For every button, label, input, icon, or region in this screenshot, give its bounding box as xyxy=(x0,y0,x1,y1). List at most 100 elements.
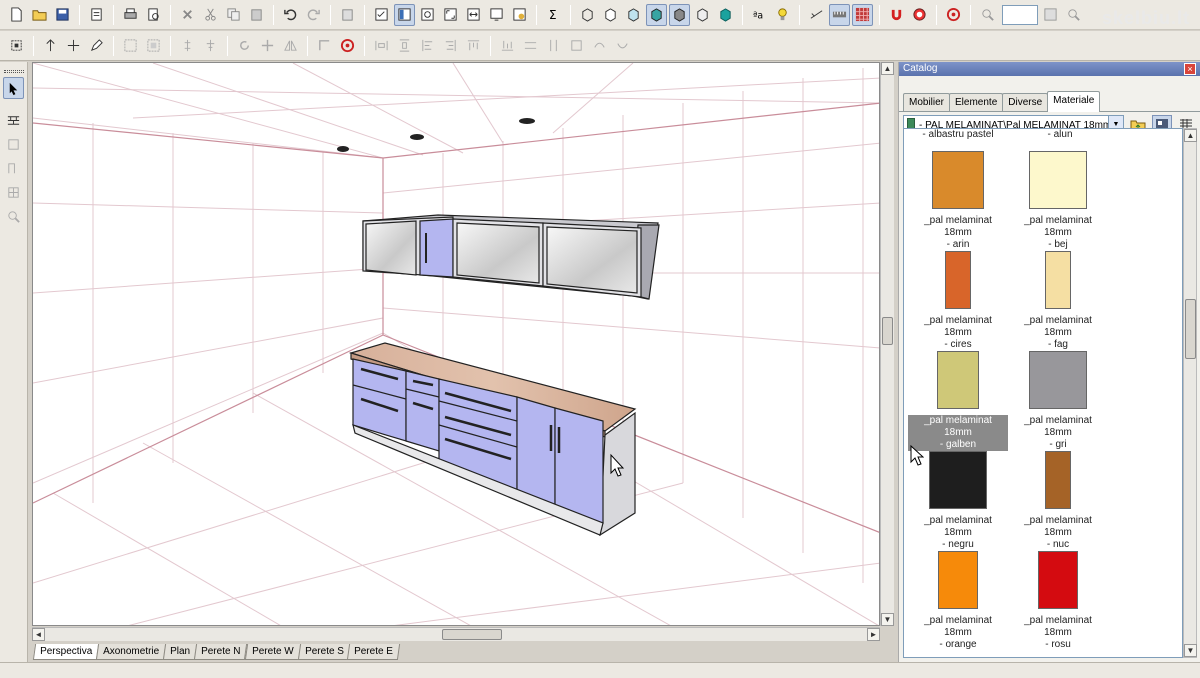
material-item[interactable]: _pal melaminat 18mm - arin xyxy=(908,151,1008,251)
snap-target-icon[interactable] xyxy=(337,35,358,57)
view-tab[interactable]: Perete W xyxy=(244,644,301,660)
view-tab[interactable]: Perspectiva xyxy=(32,644,100,660)
align-right-icon[interactable] xyxy=(440,35,461,57)
unlink-icon[interactable] xyxy=(612,35,633,57)
align-top-icon[interactable] xyxy=(463,35,484,57)
material-item[interactable]: _pal melaminat 18mm - fag xyxy=(1008,251,1108,351)
scroll-down-button[interactable]: ▼ xyxy=(881,613,894,626)
material-list[interactable]: - albastru pastel - alun _pal melaminat … xyxy=(903,128,1183,658)
mirror-icon[interactable] xyxy=(280,35,301,57)
viewport-vertical-scrollbar[interactable]: ▲ ▼ xyxy=(880,62,894,626)
catalog-tab[interactable]: Elemente xyxy=(949,93,1004,111)
solid-box-icon[interactable] xyxy=(669,3,690,26)
print-icon[interactable] xyxy=(120,4,141,26)
select-group-icon[interactable] xyxy=(143,35,164,57)
material-item[interactable]: _pal melaminat 18mm - nuc xyxy=(1008,451,1108,551)
redo-icon[interactable] xyxy=(303,4,324,26)
move-cross-icon[interactable] xyxy=(257,35,278,57)
save-icon[interactable] xyxy=(52,4,73,26)
view-tab[interactable]: Axonometrie xyxy=(96,644,167,660)
same-width-icon[interactable] xyxy=(520,35,541,57)
copy-icon[interactable] xyxy=(223,4,244,26)
wall-tool-icon[interactable] xyxy=(3,109,24,131)
catalog-vertical-scrollbar[interactable]: ▲ ▼ xyxy=(1183,128,1197,658)
zoom-tool-icon[interactable] xyxy=(3,205,24,227)
wireframe-box-icon[interactable] xyxy=(577,4,598,26)
scroll-up-button[interactable]: ▲ xyxy=(881,62,894,75)
delete-icon[interactable] xyxy=(177,4,198,26)
window-tool-icon[interactable] xyxy=(3,181,24,203)
sum-icon[interactable]: Σ xyxy=(543,4,564,26)
distribute-v-icon[interactable] xyxy=(394,35,415,57)
zoom-dropdown-icon[interactable] xyxy=(1040,4,1061,26)
view-tab[interactable]: Perete E xyxy=(347,644,401,660)
ceiling-light[interactable] xyxy=(337,146,349,152)
pencil-icon[interactable] xyxy=(86,35,107,57)
material-item[interactable]: _pal melaminat 18mm - cires xyxy=(908,251,1008,351)
new-file-icon[interactable] xyxy=(6,4,27,26)
zoom-out-icon[interactable] xyxy=(1063,4,1084,26)
door-tool-icon[interactable] xyxy=(3,157,24,179)
print-preview-icon[interactable] xyxy=(143,4,164,26)
corner-icon[interactable] xyxy=(314,35,335,57)
scroll-right-button[interactable]: ► xyxy=(867,628,880,641)
select-arrow-icon[interactable] xyxy=(3,77,24,99)
catalog-tab[interactable]: Mobilier xyxy=(903,93,951,111)
view-layout-icon[interactable] xyxy=(394,3,415,26)
move-icon[interactable] xyxy=(63,35,84,57)
link-icon[interactable] xyxy=(589,35,610,57)
distribute-h-icon[interactable] xyxy=(371,35,392,57)
clipboard-icon[interactable] xyxy=(337,4,358,26)
zoom-window-icon[interactable] xyxy=(417,4,438,26)
rotate-icon[interactable] xyxy=(234,35,255,57)
catalog-tab[interactable]: Materiale xyxy=(1047,91,1101,112)
horizontal-scroll-thumb[interactable] xyxy=(442,629,502,640)
cut-icon[interactable] xyxy=(200,4,221,26)
paste-icon[interactable] xyxy=(246,4,267,26)
material-item[interactable]: _pal melaminat 18mm - orange xyxy=(908,551,1008,651)
ceiling-light[interactable] xyxy=(410,134,424,140)
properties-icon[interactable] xyxy=(86,4,107,26)
align-center-icon[interactable] xyxy=(200,35,221,57)
scroll-left-button[interactable]: ◄ xyxy=(32,628,45,641)
target-icon[interactable] xyxy=(943,4,964,26)
move-up-icon[interactable] xyxy=(40,35,61,57)
shaded-box-icon[interactable] xyxy=(623,4,644,26)
material-item[interactable]: _pal melaminat 18mm - gri xyxy=(1008,351,1108,451)
measure-icon[interactable] xyxy=(829,3,850,26)
photo-icon[interactable] xyxy=(509,4,530,26)
zoom-extents-icon[interactable] xyxy=(440,4,461,26)
rectangle-tool-icon[interactable] xyxy=(3,133,24,155)
realistic-box-icon[interactable] xyxy=(715,4,736,26)
toolbar-grip[interactable] xyxy=(3,70,24,73)
view-tab[interactable]: Plan xyxy=(163,644,198,660)
same-height-icon[interactable] xyxy=(543,35,564,57)
view-tab[interactable]: Perete N xyxy=(194,644,248,660)
open-folder-icon[interactable] xyxy=(29,4,50,26)
grid-icon[interactable] xyxy=(852,3,873,26)
material-item[interactable]: _pal melaminat 18mm - bej xyxy=(1008,151,1108,251)
globe-icon[interactable] xyxy=(909,4,930,26)
align-vertical-icon[interactable] xyxy=(177,35,198,57)
close-icon[interactable]: × xyxy=(1184,63,1196,75)
material-item[interactable]: _pal melaminat 18mm - rosu xyxy=(1008,551,1108,651)
magnet-icon[interactable] xyxy=(886,4,907,26)
align-bottom-icon[interactable] xyxy=(497,35,518,57)
select-box-icon[interactable] xyxy=(120,35,141,57)
catalog-scroll-thumb[interactable] xyxy=(1185,299,1196,359)
dimension-icon[interactable] xyxy=(806,4,827,26)
catalog-tab[interactable]: Diverse xyxy=(1002,93,1049,111)
zoom-in-icon[interactable] xyxy=(977,4,998,26)
group-icon[interactable] xyxy=(6,35,27,57)
undo-icon[interactable] xyxy=(280,4,301,26)
render-icon[interactable] xyxy=(486,4,507,26)
same-size-icon[interactable] xyxy=(566,35,587,57)
material-item[interactable]: _pal melaminat 18mm - galben xyxy=(908,351,1008,451)
view-tab[interactable]: Perete S xyxy=(297,644,351,660)
scroll-down-button[interactable]: ▼ xyxy=(1184,644,1197,657)
hidden-line-box-icon[interactable] xyxy=(600,4,621,26)
fit-width-icon[interactable] xyxy=(463,4,484,26)
vertical-scroll-thumb[interactable] xyxy=(882,317,893,345)
textured-box-icon[interactable] xyxy=(646,3,667,26)
outline-box-icon[interactable] xyxy=(692,4,713,26)
